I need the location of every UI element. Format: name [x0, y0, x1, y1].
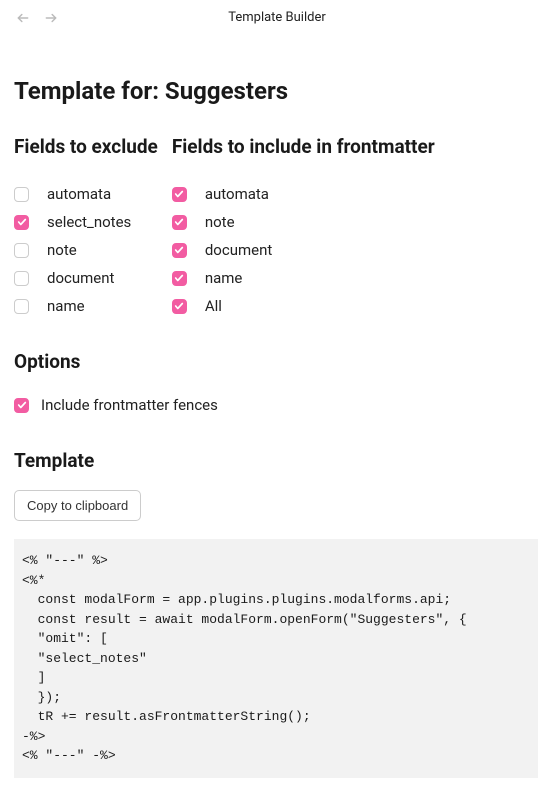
checkbox-label: name [47, 297, 85, 315]
checkbox-label: All [205, 297, 222, 315]
checkbox-label: document [205, 241, 272, 259]
checkbox-label: select_notes [47, 213, 131, 231]
checkbox-label: note [205, 213, 235, 231]
page-title: Template for: Suggesters [14, 77, 538, 105]
checkbox-label: name [205, 269, 243, 287]
checkbox-exclude-document[interactable] [14, 271, 29, 286]
template-heading: Template [14, 449, 538, 472]
checkbox-include-all[interactable] [172, 299, 187, 314]
nav-forward-icon[interactable] [44, 11, 58, 25]
checkbox-include-name[interactable] [172, 271, 187, 286]
checkbox-include-fences-label: Include frontmatter fences [41, 396, 218, 414]
checkbox-exclude-select_notes[interactable] [14, 215, 29, 230]
checkbox-exclude-name[interactable] [14, 299, 29, 314]
checkbox-exclude-automata[interactable] [14, 187, 29, 202]
checkbox-include-automata[interactable] [172, 187, 187, 202]
options-heading: Options [14, 350, 538, 373]
template-code-block[interactable]: <% "---" %> <%* const modalForm = app.pl… [14, 539, 538, 778]
fields-include-column: Fields to include in frontmatter automat… [172, 135, 435, 320]
exclude-heading: Fields to exclude [14, 135, 158, 158]
include-heading: Fields to include in frontmatter [172, 135, 435, 158]
checkbox-label: note [47, 241, 77, 259]
nav-back-icon[interactable] [16, 11, 30, 25]
checkbox-label: automata [205, 185, 269, 203]
fields-exclude-column: Fields to exclude automata select_notesno… [14, 135, 158, 320]
checkbox-label: document [47, 269, 114, 287]
checkbox-exclude-note[interactable] [14, 243, 29, 258]
copy-to-clipboard-button[interactable]: Copy to clipboard [14, 490, 141, 521]
checkbox-include-note[interactable] [172, 215, 187, 230]
checkbox-include-document[interactable] [172, 243, 187, 258]
checkbox-include-fences[interactable] [14, 398, 29, 413]
tab-title: Template Builder [228, 10, 326, 25]
checkbox-label: automata [47, 185, 111, 203]
